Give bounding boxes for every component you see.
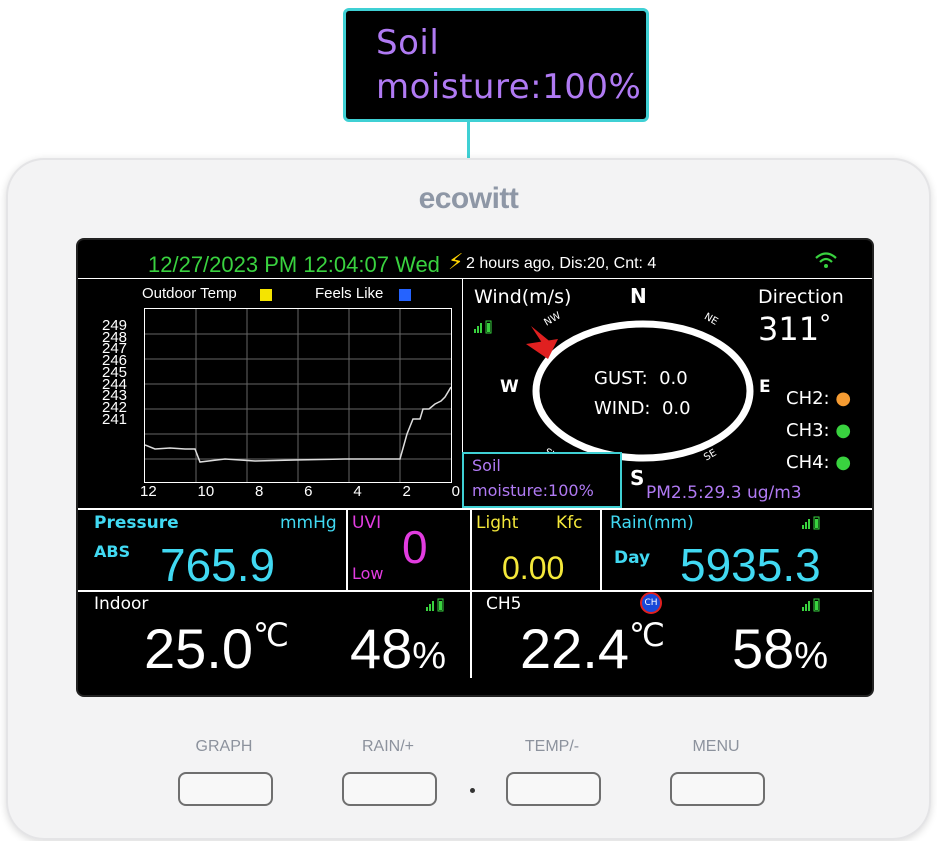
- graph-y-axis: 249 248 247 246 245 244 243 242 241: [102, 318, 128, 428]
- ch2-label: CH2: ●: [786, 388, 852, 409]
- indoor-temp: 25.0℃: [144, 617, 289, 680]
- indoor-humidity: 48%: [350, 617, 447, 680]
- signal-icon: [802, 516, 820, 530]
- graph-svg: [145, 309, 451, 482]
- rain-plus-button[interactable]: [342, 772, 437, 806]
- callout-line1: Soil: [376, 23, 440, 63]
- x-tick: 12: [140, 483, 157, 500]
- menu-button[interactable]: [670, 772, 765, 806]
- lightning-info: 2 hours ago, Dis:20, Cnt: 4: [466, 255, 657, 272]
- light-unit: Kfc: [556, 513, 583, 533]
- x-tick: 8: [255, 483, 264, 500]
- graph-plot-area: [144, 308, 452, 483]
- x-tick: 2: [402, 483, 411, 500]
- temp-button-label: TEMP/-: [524, 738, 580, 755]
- wifi-icon: [815, 252, 837, 268]
- soil-value: moisture:100%: [472, 481, 594, 500]
- brand-logo: ecowitt: [418, 182, 519, 215]
- compass-w: W: [500, 377, 519, 397]
- datetime: 12/27/2023 PM 12:04:07 Wed: [148, 252, 440, 277]
- soil-moisture-box: Soil moisture:100%: [462, 452, 622, 508]
- x-tick: 10: [197, 483, 215, 500]
- wind-value: WIND: 0.0: [594, 398, 691, 419]
- ch4-label: CH4: ●: [786, 452, 852, 473]
- graph-button-label: GRAPH: [195, 738, 253, 755]
- droplet-icon: ●: [835, 452, 852, 473]
- signal-icon: [802, 598, 820, 612]
- temp-minus-button[interactable]: [506, 772, 601, 806]
- rain-title: Rain(mm): [610, 513, 694, 533]
- ch-badge-icon: CH: [640, 592, 662, 614]
- uvi-title: UVI: [352, 513, 382, 533]
- compass-e: E: [759, 377, 771, 397]
- x-tick: 0: [451, 483, 460, 500]
- light-value: 0.00: [502, 550, 565, 586]
- callout-text: Soil moisture:100%: [376, 21, 641, 109]
- uvi-level: Low: [352, 564, 384, 583]
- legend-feels-swatch: [399, 289, 411, 301]
- legend-outdoor-swatch: [260, 289, 272, 301]
- compass-n: N: [630, 284, 647, 308]
- x-tick: 6: [304, 483, 313, 500]
- legend-feels-label: Feels Like: [315, 285, 384, 302]
- indicator-dot: [470, 788, 475, 793]
- graph-x-axis: 12 10 8 6 4 2 0: [140, 483, 460, 500]
- uvi-value: 0: [402, 521, 428, 573]
- soil-moisture-callout: Soil moisture:100%: [343, 8, 649, 122]
- y-tick: 241: [102, 410, 128, 428]
- rain-period: Day: [614, 548, 651, 568]
- indoor-title: Indoor: [94, 594, 149, 614]
- droplet-icon: ●: [835, 420, 852, 441]
- ch5-temp: 22.4℃: [520, 617, 665, 680]
- ch5-humidity: 58%: [732, 617, 829, 680]
- rain-value: 5935.3: [680, 539, 821, 591]
- lightning-icon: ⚡: [448, 250, 464, 275]
- ch5-title: CH5: [486, 594, 522, 614]
- rain-button-label: RAIN/+: [361, 738, 414, 755]
- signal-icon: [426, 598, 444, 612]
- gust-value: GUST: 0.0: [594, 368, 688, 389]
- light-title: Light: [476, 513, 519, 533]
- droplet-icon: ●: [835, 388, 852, 409]
- soil-label: Soil: [472, 456, 501, 475]
- signal-icon: [474, 320, 492, 334]
- ch3-label: CH3: ●: [786, 420, 852, 441]
- pressure-abs: ABS: [94, 542, 131, 561]
- menu-button-label: MENU: [692, 738, 740, 755]
- pressure-title: Pressure: [94, 513, 179, 533]
- pm25-value: PM2.5:29.3 ug/m3: [646, 483, 802, 503]
- compass-s: S: [630, 466, 645, 490]
- legend-outdoor-label: Outdoor Temp: [142, 285, 237, 302]
- callout-line2: moisture:100%: [376, 67, 642, 107]
- graph-button[interactable]: [178, 772, 273, 806]
- pressure-unit: mmHg: [280, 513, 337, 533]
- pressure-value: 765.9: [160, 539, 276, 591]
- display-screen: 12/27/2023 PM 12:04:07 Wed ⚡ 2 hours ago…: [78, 240, 872, 695]
- x-tick: 4: [353, 483, 362, 500]
